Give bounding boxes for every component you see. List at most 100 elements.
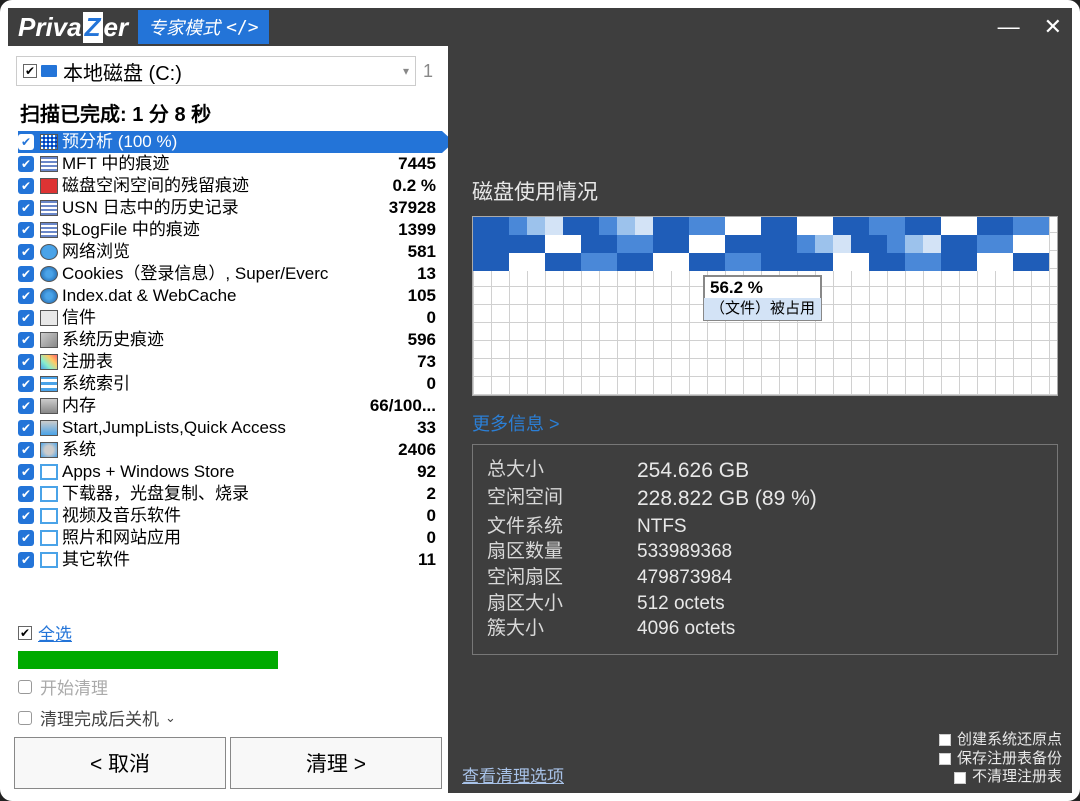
footer-checkbox[interactable]	[939, 753, 951, 765]
disk-usage-title: 磁盘使用情况	[472, 176, 1058, 206]
clean-button[interactable]: 清理 >	[230, 737, 442, 789]
scan-item-checkbox[interactable]: ✔	[18, 310, 34, 326]
red-icon	[40, 178, 58, 194]
footer-check-label: 不清理注册表	[972, 768, 1062, 787]
scan-item[interactable]: ✔内存66/100...	[18, 395, 442, 417]
scan-item-checkbox[interactable]: ✔	[18, 354, 34, 370]
app-window: PrivaZer 专家模式 </> — ✕ ✔ 本地磁盘 (C:) ▾ 1	[8, 8, 1072, 793]
scan-item[interactable]: ✔视频及音乐软件0	[18, 505, 442, 527]
scan-item-checkbox[interactable]: ✔	[18, 508, 34, 524]
scan-item-value: 1399	[398, 219, 442, 241]
select-all-checkbox[interactable]: ✔	[18, 626, 32, 640]
scan-item-label: 磁盘空闲空间的残留痕迹	[62, 175, 393, 197]
footer-checkbox[interactable]	[939, 734, 951, 746]
footer-check-row: 保存注册表备份	[939, 750, 1062, 769]
chevron-down-icon[interactable]: ⌄	[165, 710, 176, 726]
scan-item[interactable]: ✔预分析 (100 %)	[18, 131, 442, 153]
minimize-button[interactable]: —	[998, 14, 1020, 40]
scan-item-checkbox[interactable]: ✔	[18, 442, 34, 458]
option-shutdown-checkbox[interactable]	[18, 711, 32, 725]
info-key: 文件系统	[487, 514, 637, 540]
cancel-button[interactable]: < 取消	[14, 737, 226, 789]
scan-item-value: 0	[427, 307, 442, 329]
scan-item-checkbox[interactable]: ✔	[18, 486, 34, 502]
scan-item[interactable]: ✔USN 日志中的历史记录37928	[18, 197, 442, 219]
scan-item[interactable]: ✔ 信件0	[18, 307, 442, 329]
scan-item-checkbox[interactable]: ✔	[18, 288, 34, 304]
scan-item-checkbox[interactable]: ✔	[18, 178, 34, 194]
scan-item-value: 92	[417, 461, 442, 483]
info-key: 簇大小	[487, 616, 637, 642]
scan-item-checkbox[interactable]: ✔	[18, 530, 34, 546]
scan-item[interactable]: ✔Index.dat & WebCache105	[18, 285, 442, 307]
scan-item-value: 11	[418, 549, 442, 571]
app-icon	[40, 508, 58, 524]
scan-status: 扫描已完成: 1 分 8 秒	[8, 88, 448, 131]
scan-item-checkbox[interactable]: ✔	[18, 464, 34, 480]
info-key: 总大小	[487, 457, 637, 485]
scan-item-value: 2406	[398, 439, 442, 461]
scan-item-checkbox[interactable]: ✔	[18, 398, 34, 414]
footer-check-label: 创建系统还原点	[957, 731, 1062, 750]
scan-item-checkbox[interactable]: ✔	[18, 420, 34, 436]
scan-item-value: 0	[427, 373, 442, 395]
scan-item-value: 581	[408, 241, 442, 263]
app-icon	[40, 464, 58, 480]
scan-item[interactable]: ✔网络浏览581	[18, 241, 442, 263]
scan-item-label: Cookies（登录信息）, Super/Everc	[62, 263, 417, 285]
scan-item-value: 105	[408, 285, 442, 307]
scan-item-checkbox[interactable]: ✔	[18, 222, 34, 238]
chevron-down-icon: ▾	[403, 64, 409, 78]
scan-item[interactable]: ✔ 磁盘空闲空间的残留痕迹0.2 %	[18, 175, 442, 197]
bottom-left: < 取消 清理 >	[8, 733, 448, 793]
right-panel: 磁盘使用情况 56.2 % （文件）被占用 更多信息 > 总大小254.626 …	[448, 46, 1072, 733]
scan-item[interactable]: ✔Cookies（登录信息）, Super/Everc13	[18, 263, 442, 285]
scan-item[interactable]: ✔Start,JumpLists,Quick Access33	[18, 417, 442, 439]
scan-item[interactable]: ✔注册表73	[18, 351, 442, 373]
select-all-link[interactable]: 全选	[38, 620, 72, 645]
option-start-clean-checkbox[interactable]	[18, 680, 32, 694]
scan-item[interactable]: ✔MFT 中的痕迹7445	[18, 153, 442, 175]
mail-icon	[40, 310, 58, 326]
more-info-link[interactable]: 更多信息 >	[472, 410, 1058, 436]
info-value: 479873984	[637, 565, 1043, 591]
drive-select[interactable]: ✔ 本地磁盘 (C:) ▾	[16, 56, 416, 86]
mode-badge[interactable]: 专家模式 </>	[138, 10, 269, 44]
view-clean-options-link[interactable]: 查看清理选项	[462, 762, 564, 787]
info-value: NTFS	[637, 514, 1043, 540]
scan-status-time: 1 分 8 秒	[132, 104, 211, 126]
scan-item-value: 0	[427, 505, 442, 527]
scan-item-checkbox[interactable]: ✔	[18, 552, 34, 568]
scan-item[interactable]: ✔系统索引0	[18, 373, 442, 395]
scan-item[interactable]: ✔Apps + Windows Store92	[18, 461, 442, 483]
disk-map[interactable]: 56.2 % （文件）被占用	[472, 216, 1058, 396]
scan-item-label: 其它软件	[62, 549, 418, 571]
scan-item-label: 信件	[62, 307, 427, 329]
disk-info-box: 总大小254.626 GB空闲空间228.822 GB (89 %)文件系统NT…	[472, 444, 1058, 655]
scan-item-checkbox[interactable]: ✔	[18, 244, 34, 260]
scan-item[interactable]: ✔系统2406	[18, 439, 442, 461]
close-button[interactable]: ✕	[1044, 14, 1062, 40]
bars-icon	[40, 222, 58, 238]
bottom-right: 查看清理选项 创建系统还原点保存注册表备份不清理注册表	[448, 733, 1072, 793]
info-key: 扇区大小	[487, 591, 637, 617]
scan-item[interactable]: ✔下载器，光盘复制、烧录2	[18, 483, 442, 505]
scan-item-checkbox[interactable]: ✔	[18, 134, 34, 150]
scan-item-checkbox[interactable]: ✔	[18, 332, 34, 348]
titlebar: PrivaZer 专家模式 </> — ✕	[8, 8, 1072, 46]
scan-item-label: 下载器，光盘复制、烧录	[62, 483, 427, 505]
scan-item-checkbox[interactable]: ✔	[18, 266, 34, 282]
scan-item[interactable]: ✔系统历史痕迹596	[18, 329, 442, 351]
bars-icon	[40, 200, 58, 216]
scan-item-checkbox[interactable]: ✔	[18, 200, 34, 216]
scan-item-value: 0.2 %	[393, 175, 442, 197]
scan-item-value: 596	[408, 329, 442, 351]
footer-checkbox[interactable]	[954, 772, 966, 784]
mode-badge-label: 专家模式	[148, 14, 220, 40]
scan-item[interactable]: ✔ 其它软件11	[18, 549, 442, 571]
scan-item[interactable]: ✔$LogFile 中的痕迹1399	[18, 219, 442, 241]
scan-item-checkbox[interactable]: ✔	[18, 376, 34, 392]
scan-item[interactable]: ✔照片和网站应用0	[18, 527, 442, 549]
info-value: 254.626 GB	[637, 457, 1043, 485]
scan-item-checkbox[interactable]: ✔	[18, 156, 34, 172]
